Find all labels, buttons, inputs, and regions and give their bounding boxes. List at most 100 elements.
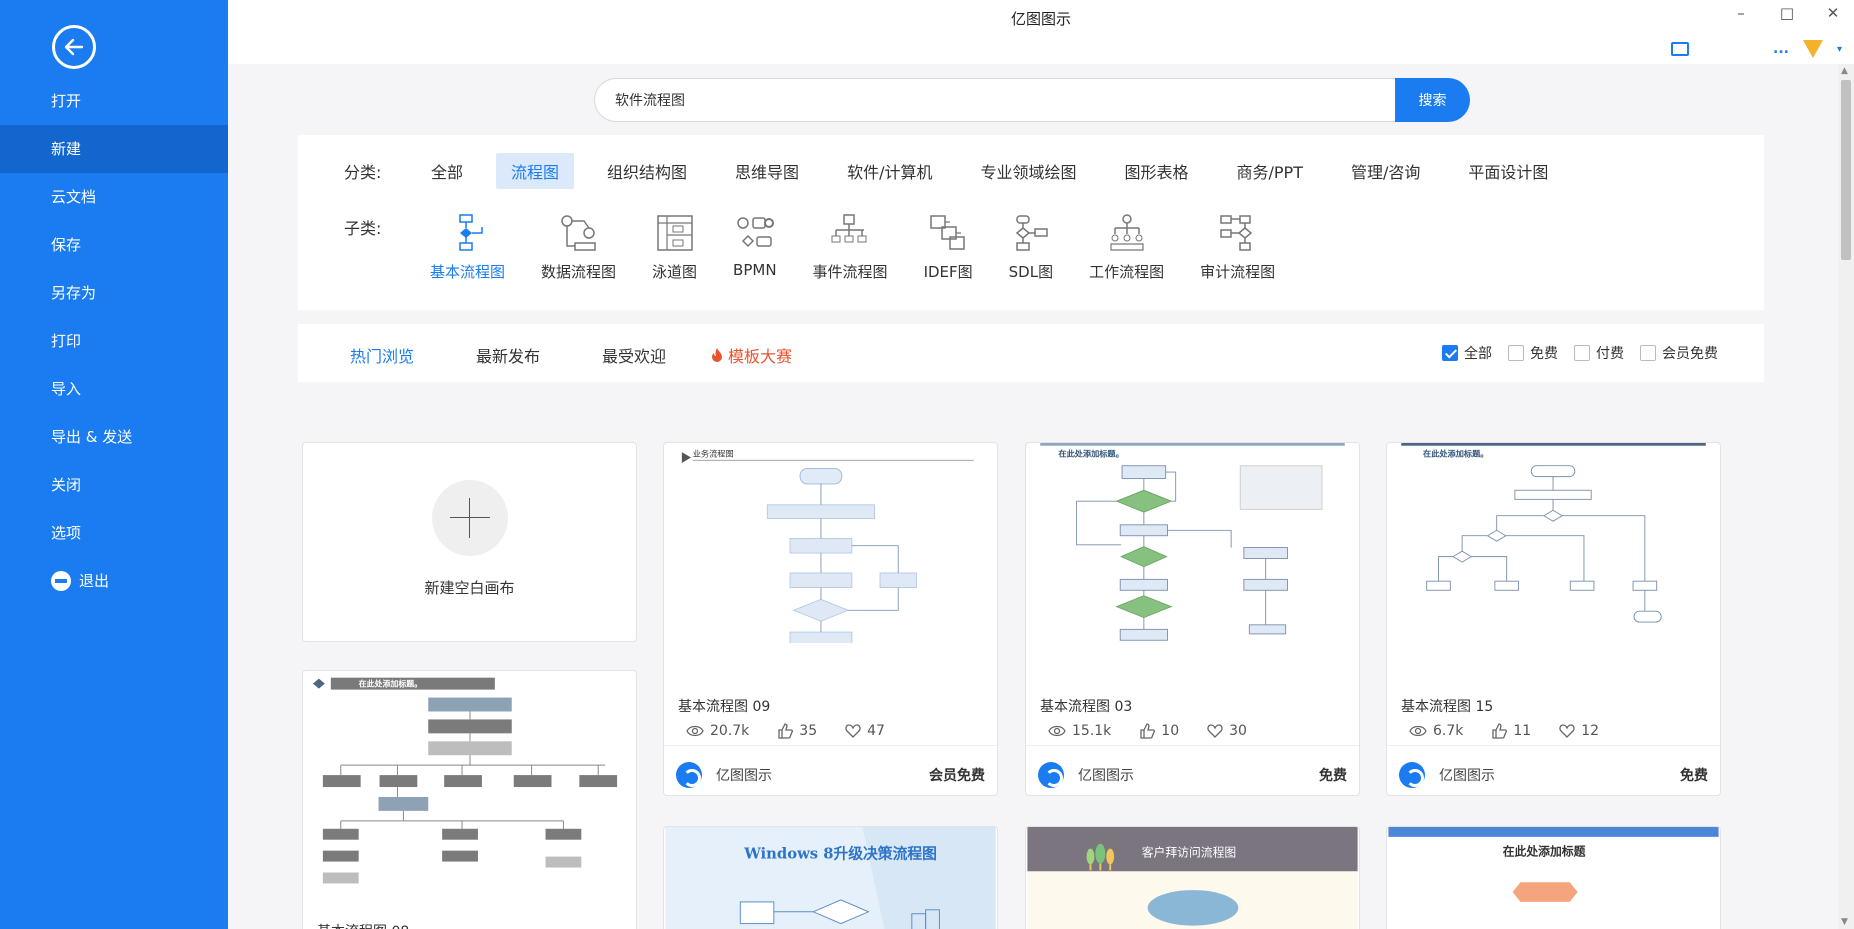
sidebar-item-options[interactable]: 选项 (0, 509, 228, 557)
template-card[interactable]: 在此处添加标题。 基本流程图 03 15.1k 10 30 亿图图示 免费 (1025, 442, 1360, 796)
favorites-stat[interactable]: 30 (1207, 723, 1247, 739)
subcategory-workflow[interactable]: 工作流程图 (1089, 213, 1164, 282)
template-footer: 亿图图示 会员免费 (664, 745, 997, 795)
favorites-stat[interactable]: 12 (1559, 723, 1599, 739)
template-card[interactable]: 在此处添加标题。 基本流程图 15 6.7k 11 12 亿图图示 免费 (1386, 442, 1721, 796)
chevron-down-icon[interactable]: ▾ (1837, 44, 1842, 55)
sidebar-item-close[interactable]: 关闭 (0, 461, 228, 509)
filter-free[interactable]: 免费 (1508, 343, 1558, 363)
subcategory-audit-flowchart[interactable]: 审计流程图 (1200, 213, 1275, 282)
sidebar-item-label: 保存 (51, 236, 82, 254)
filter-paid[interactable]: 付费 (1574, 343, 1624, 363)
template-card[interactable]: 在此处添加标题。 基本流程图 08 (302, 670, 637, 929)
more-icon[interactable]: ... (1773, 41, 1789, 57)
new-blank-canvas-card[interactable]: 新建空白画布 (302, 442, 637, 642)
search-input[interactable] (594, 78, 1395, 122)
template-card[interactable]: 在此处添加标题 (1386, 826, 1721, 929)
tab-contest[interactable]: 模板大赛 (710, 343, 792, 367)
template-title: 基本流程图 09 (678, 699, 771, 715)
views-count: 20.7k (710, 723, 750, 739)
sidebar-item-print[interactable]: 打印 (0, 317, 228, 365)
template-thumbnail: 业务流程图 (664, 443, 997, 646)
template-footer: 亿图图示 免费 (1387, 745, 1720, 795)
category-management[interactable]: 管理/咨询 (1336, 153, 1435, 189)
likes-stat[interactable]: 10 (1139, 723, 1179, 739)
category-professional[interactable]: 专业领域绘图 (965, 153, 1091, 189)
checkbox[interactable] (1640, 345, 1656, 361)
favorites-count: 47 (867, 723, 885, 739)
sidebar-menu: 打开 新建 云文档 保存 另存为 打印 导入 导出 & 发送 关闭 选项 退出 (0, 77, 228, 605)
subcategory-idef[interactable]: IDEF图 (924, 213, 973, 282)
category-mind-map[interactable]: 思维导图 (720, 153, 814, 189)
template-author[interactable]: 亿图图示 (716, 765, 772, 785)
checkbox[interactable] (1508, 345, 1524, 361)
sidebar-item-exit[interactable]: 退出 (0, 557, 228, 605)
tab-hot[interactable]: 热门浏览 (350, 343, 414, 367)
title-bar: 亿图图示 – □ ✕ ... ▾ (228, 0, 1854, 64)
category-all[interactable]: 全部 (416, 153, 478, 189)
favorites-stat[interactable]: 47 (845, 723, 885, 739)
checkbox[interactable] (1574, 345, 1590, 361)
flowchart-thumbnail: 在此处添加标题。 (1040, 443, 1345, 641)
template-card[interactable]: Windows 8升级决策流程图 (663, 826, 998, 929)
template-card[interactable]: 客户拜访问流程图 (1025, 826, 1360, 929)
checkbox-checked[interactable] (1442, 345, 1458, 361)
scroll-thumb[interactable] (1841, 80, 1851, 260)
thumb-heading: 在此处添加标题。 (1058, 449, 1123, 459)
subcategory-event-flowchart[interactable]: 事件流程图 (813, 213, 888, 282)
sidebar-item-import[interactable]: 导入 (0, 365, 228, 413)
template-card[interactable]: 业务流程图 基本流程图 09 20.7k 35 47 亿图图示 会员免费 (663, 442, 998, 796)
filter-all[interactable]: 全部 (1442, 343, 1492, 363)
category-business-ppt[interactable]: 商务/PPT (1222, 153, 1318, 189)
sidebar-item-new[interactable]: 新建 (0, 125, 228, 173)
sidebar-item-cloud-docs[interactable]: 云文档 (0, 173, 228, 221)
edraw-logo-icon (676, 762, 702, 788)
flowchart-thumbnail: 在此处添加标题。 (1401, 443, 1706, 623)
sidebar-item-save[interactable]: 保存 (0, 221, 228, 269)
thumb-heading: Windows 8升级决策流程图 (743, 845, 937, 863)
subcategory-bpmn[interactable]: BPMN (733, 213, 777, 282)
subcategory-basic-flowchart[interactable]: 基本流程图 (430, 213, 505, 282)
subcategory-label-text: BPMN (733, 261, 777, 279)
sidebar-item-save-as[interactable]: 另存为 (0, 269, 228, 317)
sdl-icon (1015, 215, 1048, 251)
category-org-chart[interactable]: 组织结构图 (592, 153, 702, 189)
new-canvas-label: 新建空白画布 (424, 579, 515, 597)
sidebar-item-export-send[interactable]: 导出 & 发送 (0, 413, 228, 461)
likes-stat[interactable]: 11 (1491, 723, 1531, 739)
category-software[interactable]: 软件/计算机 (832, 153, 947, 189)
subcategory-label-text: 工作流程图 (1089, 263, 1165, 281)
category-graphic-design[interactable]: 平面设计图 (1453, 153, 1563, 189)
scroll-down-icon[interactable]: ▼ (1841, 917, 1848, 927)
template-title: 基本流程图 03 (1040, 699, 1133, 715)
template-price: 会员免费 (929, 768, 985, 784)
category-graphics-tables[interactable]: 图形表格 (1109, 153, 1203, 189)
search-button[interactable]: 搜索 (1395, 78, 1470, 122)
sidebar-item-open[interactable]: 打开 (0, 77, 228, 125)
likes-stat[interactable]: 35 (777, 723, 817, 739)
chat-icon[interactable] (1671, 42, 1689, 56)
scroll-up-icon[interactable]: ▲ (1841, 66, 1848, 76)
thumbs-up-icon (778, 723, 794, 739)
subcategory-swimlane[interactable]: 泳道图 (652, 213, 697, 282)
views-stat: 6.7k (1409, 723, 1463, 739)
maximize-button[interactable]: □ (1776, 4, 1798, 22)
scrollbar[interactable]: ▲ ▼ (1838, 64, 1854, 929)
views-stat: 15.1k (1048, 723, 1111, 739)
vip-crown-icon[interactable] (1802, 40, 1823, 58)
back-arrow-icon[interactable] (52, 25, 96, 69)
subcategory-label-text: IDEF图 (923, 263, 973, 281)
minimize-button[interactable]: – (1730, 4, 1752, 22)
subcategory-data-flowchart[interactable]: 数据流程图 (541, 213, 616, 282)
filter-member-free[interactable]: 会员免费 (1640, 343, 1718, 363)
tab-latest[interactable]: 最新发布 (476, 343, 540, 367)
thumb-heading: 业务流程图 (693, 449, 734, 459)
category-flowchart[interactable]: 流程图 (496, 153, 575, 189)
subcategory-sdl[interactable]: SDL图 (1009, 213, 1053, 282)
close-button[interactable]: ✕ (1822, 4, 1844, 22)
template-author[interactable]: 亿图图示 (1439, 765, 1495, 785)
tab-popular[interactable]: 最受欢迎 (602, 343, 666, 367)
template-author[interactable]: 亿图图示 (1078, 765, 1134, 785)
favorites-count: 12 (1581, 723, 1600, 739)
audit-flowchart-icon (1219, 215, 1252, 251)
